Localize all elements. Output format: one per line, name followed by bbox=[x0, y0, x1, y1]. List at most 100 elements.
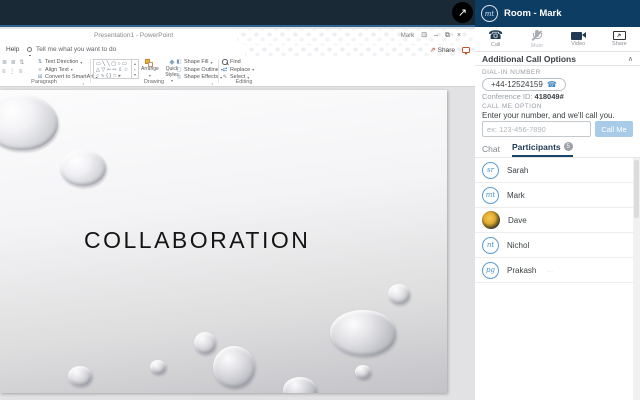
participant-avatar: mt bbox=[482, 187, 499, 204]
participant-name: Dave bbox=[508, 216, 527, 225]
ribbon-display-options-button[interactable]: ⊡ bbox=[421, 31, 427, 41]
water-droplet bbox=[150, 360, 166, 374]
replace-icon: ⇄ bbox=[222, 67, 228, 73]
paragraph-buttons: ⇅ Text Direction ▾ ≡ Align Text ▾ ⊞ Conv… bbox=[37, 59, 98, 81]
video-camera-icon bbox=[571, 32, 582, 40]
comments-icon[interactable] bbox=[462, 47, 470, 53]
close-button[interactable]: × bbox=[457, 31, 461, 41]
paragraph-dialog-launcher[interactable]: ⌟ bbox=[82, 80, 84, 86]
slide-title-textbox[interactable]: COLLABORATION bbox=[84, 227, 310, 254]
mic-muted-icon bbox=[531, 30, 543, 42]
dropdown-caret: ▾ bbox=[210, 60, 212, 65]
conference-id-line: Conference ID: 418049# bbox=[482, 92, 564, 101]
chevron-up-icon: ∧ bbox=[628, 55, 633, 63]
water-droplet bbox=[388, 284, 410, 304]
call-me-label: CALL ME OPTION bbox=[482, 103, 542, 110]
slide-workspace: COLLABORATION bbox=[0, 87, 475, 400]
participant-avatar: nt bbox=[482, 237, 499, 254]
align-text-icon: ≡ bbox=[37, 67, 43, 73]
share-topbar: ↗ bbox=[0, 0, 475, 27]
conference-id-value: 418049# bbox=[535, 92, 564, 101]
popout-button[interactable]: ↗ bbox=[452, 2, 473, 23]
water-droplet bbox=[0, 94, 58, 150]
tab-chat[interactable]: Chat bbox=[482, 140, 500, 157]
participant-name: Prakash bbox=[507, 266, 536, 275]
text-direction-label: Text Direction bbox=[45, 59, 78, 65]
popout-arrow-icon: ↗ bbox=[458, 6, 467, 19]
list-icons: ≣ ≣ ⇅ bbox=[2, 59, 35, 68]
shape-fill-label: Shape Fill bbox=[184, 59, 208, 65]
ppt-share-button[interactable]: ⇗ Share bbox=[430, 46, 455, 54]
dial-in-label: DIAL-IN NUMBER bbox=[482, 69, 541, 76]
additional-options-header[interactable]: Additional Call Options ∧ bbox=[475, 52, 640, 66]
editing-group-label: Editing bbox=[222, 79, 266, 85]
video-label: Video bbox=[571, 41, 585, 47]
align-text-button[interactable]: ≡ Align Text ▾ bbox=[37, 67, 98, 74]
restore-button[interactable]: ⧉ bbox=[445, 31, 450, 41]
conference-id-label: Conference ID: bbox=[482, 92, 532, 101]
participant-name: Mark bbox=[507, 191, 525, 200]
shape-fill-button[interactable]: ◧ Shape Fill ▾ bbox=[176, 59, 223, 66]
water-droplet bbox=[194, 332, 216, 354]
dropdown-caret: ▾ bbox=[80, 60, 82, 65]
screen-share-button[interactable]: ➔ Share bbox=[599, 27, 640, 51]
dial-in-number: +44-12524159 bbox=[491, 80, 543, 89]
participant-row[interactable]: nt Nichol bbox=[475, 233, 633, 258]
arrange-icon bbox=[145, 59, 154, 67]
room-title: Room - Mark bbox=[504, 8, 562, 19]
shape-fill-icon: ◧ bbox=[176, 59, 182, 65]
shapes-gallery[interactable]: ▭╲╲▢○▭ △▽⇦⇨⇩☆ ○∿{}☆▸ ▴ ▪ ▾ bbox=[93, 59, 139, 79]
replace-button[interactable]: ⇄ Replace ▾ bbox=[222, 67, 254, 74]
tab-help[interactable]: Help bbox=[6, 46, 19, 53]
ppt-share-label: Share bbox=[438, 47, 455, 54]
minimize-button[interactable]: – bbox=[434, 31, 438, 41]
group-separator bbox=[90, 59, 91, 83]
participant-row[interactable]: Dave bbox=[475, 208, 633, 233]
shape-outline-icon: ▢ bbox=[176, 67, 182, 73]
drawing-dialog-launcher[interactable]: ⌟ bbox=[211, 80, 213, 86]
slide-canvas[interactable]: COLLABORATION bbox=[0, 90, 447, 393]
titlebar: Presentation1 - PowerPoint Mark ⊡ – ⧉ × bbox=[0, 29, 475, 44]
paragraph-icons[interactable]: ≣ ≣ ⇅ ≡ ⋮ ≡ bbox=[2, 59, 35, 77]
panel-header: mt Room - Mark bbox=[475, 0, 640, 27]
panel-scrollbar-thumb[interactable] bbox=[634, 160, 639, 218]
call-button[interactable]: ☎ Call bbox=[475, 27, 516, 51]
phone-number-input[interactable] bbox=[482, 121, 591, 137]
participant-row[interactable]: mt Mark bbox=[475, 183, 633, 208]
share-screen-icon: ➔ bbox=[613, 31, 626, 40]
water-droplet bbox=[68, 366, 92, 386]
call-me-hint: Enter your number, and we'll call you. bbox=[482, 111, 615, 120]
participant-row[interactable]: sr Sarah bbox=[475, 158, 633, 183]
shape-outline-button[interactable]: ▢ Shape Outline ▾ bbox=[176, 67, 223, 74]
text-direction-button[interactable]: ⇅ Text Direction ▾ bbox=[37, 59, 98, 66]
gallery-scroll-down-icon[interactable]: ▾ bbox=[134, 72, 136, 77]
share-label: Share bbox=[612, 41, 627, 47]
water-droplet bbox=[355, 365, 371, 379]
gallery-scroll[interactable]: ▴ ▪ ▾ bbox=[131, 60, 138, 78]
phone-icon: ☎ bbox=[488, 30, 503, 41]
screen: ↗ Presentation1 - PowerPoint Mark ⊡ – ⧉ … bbox=[0, 0, 640, 400]
water-droplet bbox=[283, 377, 317, 393]
participants-tab-label: Participants bbox=[512, 142, 561, 152]
mute-button[interactable]: Mute bbox=[516, 27, 557, 51]
participant-avatar: sr bbox=[482, 162, 499, 179]
dial-in-number-chip[interactable]: +44-12524159 ☎ bbox=[482, 78, 566, 91]
indent-icons: ≡ ⋮ ≡ bbox=[2, 68, 35, 77]
video-button[interactable]: Video bbox=[558, 27, 599, 51]
call-panel: mt Room - Mark ☎ Call Mute Video ➔ Share… bbox=[475, 0, 640, 400]
account-name: Mark bbox=[401, 33, 414, 39]
find-button[interactable]: Find bbox=[222, 59, 254, 66]
tell-me-box[interactable]: Tell me what you want to do bbox=[36, 46, 116, 53]
panel-tabs: Chat Participants 5 bbox=[482, 140, 573, 157]
tab-participants[interactable]: Participants 5 bbox=[512, 140, 573, 157]
gallery-scroll-mid-icon: ▪ bbox=[134, 67, 135, 72]
shape-glyphs: ▭╲╲▢○▭ △▽⇦⇨⇩☆ ○∿{}☆▸ bbox=[94, 60, 131, 78]
find-label: Find bbox=[230, 59, 241, 65]
participant-avatar: pg bbox=[482, 262, 499, 279]
panel-scrollbar[interactable] bbox=[633, 158, 640, 400]
call-me-button[interactable]: Call Me bbox=[595, 121, 633, 137]
participant-row[interactable]: pg Prakash … bbox=[475, 258, 633, 283]
magnifier-icon bbox=[222, 59, 228, 65]
gallery-scroll-up-icon[interactable]: ▴ bbox=[134, 61, 136, 66]
arrange-button[interactable]: Arrange ▾ bbox=[141, 59, 159, 78]
